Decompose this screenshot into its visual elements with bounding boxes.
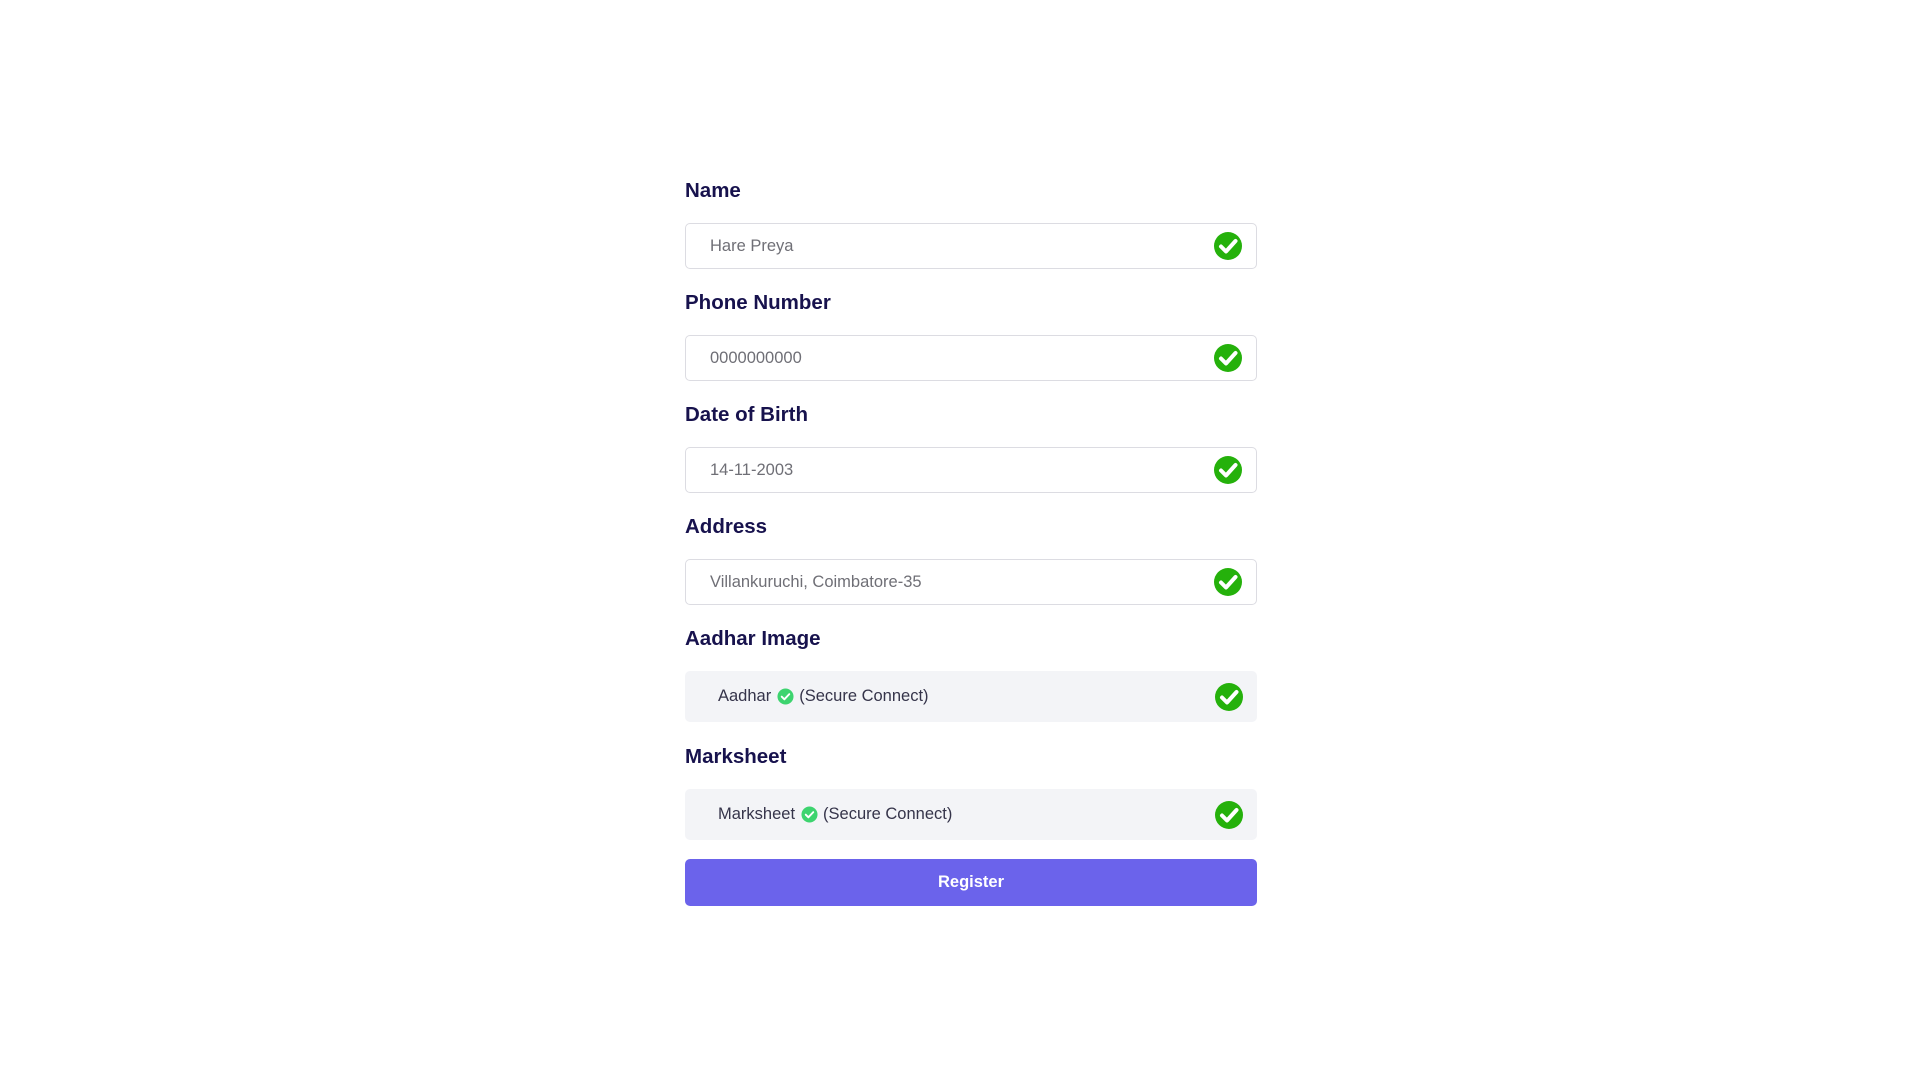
phone-number-input[interactable]	[686, 336, 1256, 380]
address-label: Address	[685, 515, 768, 538]
register-button[interactable]: Register	[685, 859, 1257, 906]
aadhar-file-name: Aadhar	[718, 687, 772, 705]
check-circle-icon	[1214, 456, 1242, 484]
date-of-birth-field	[685, 447, 1257, 493]
check-circle-icon	[1215, 800, 1243, 829]
marksheet-file-name: Marksheet	[718, 805, 796, 823]
date-of-birth-label: Date of Birth	[685, 403, 808, 426]
name-input[interactable]	[686, 224, 1256, 268]
marksheet-upload[interactable]: Marksheet (Secure Connect)	[685, 789, 1257, 840]
registration-form: Name Phone Number Date of Birth Address	[685, 175, 1257, 906]
name-label: Name	[685, 179, 741, 202]
aadhar-upload[interactable]: Aadhar (Secure Connect)	[685, 671, 1257, 722]
marksheet-label: Marksheet	[685, 745, 787, 768]
name-field	[685, 223, 1257, 269]
check-circle-icon	[1214, 344, 1242, 372]
address-input[interactable]	[686, 560, 1256, 604]
address-field	[685, 559, 1257, 605]
date-of-birth-input[interactable]	[686, 448, 1256, 492]
aadhar-image-label: Aadhar Image	[685, 627, 821, 650]
aadhar-status-text: (Secure Connect)	[799, 687, 929, 705]
phone-number-label: Phone Number	[685, 291, 831, 314]
check-circle-icon	[1214, 232, 1242, 260]
check-circle-icon	[801, 806, 818, 823]
check-circle-icon	[777, 688, 794, 705]
check-circle-icon	[1215, 682, 1243, 711]
phone-number-field	[685, 335, 1257, 381]
marksheet-status-text: (Secure Connect)	[823, 805, 953, 823]
check-circle-icon	[1214, 568, 1242, 596]
